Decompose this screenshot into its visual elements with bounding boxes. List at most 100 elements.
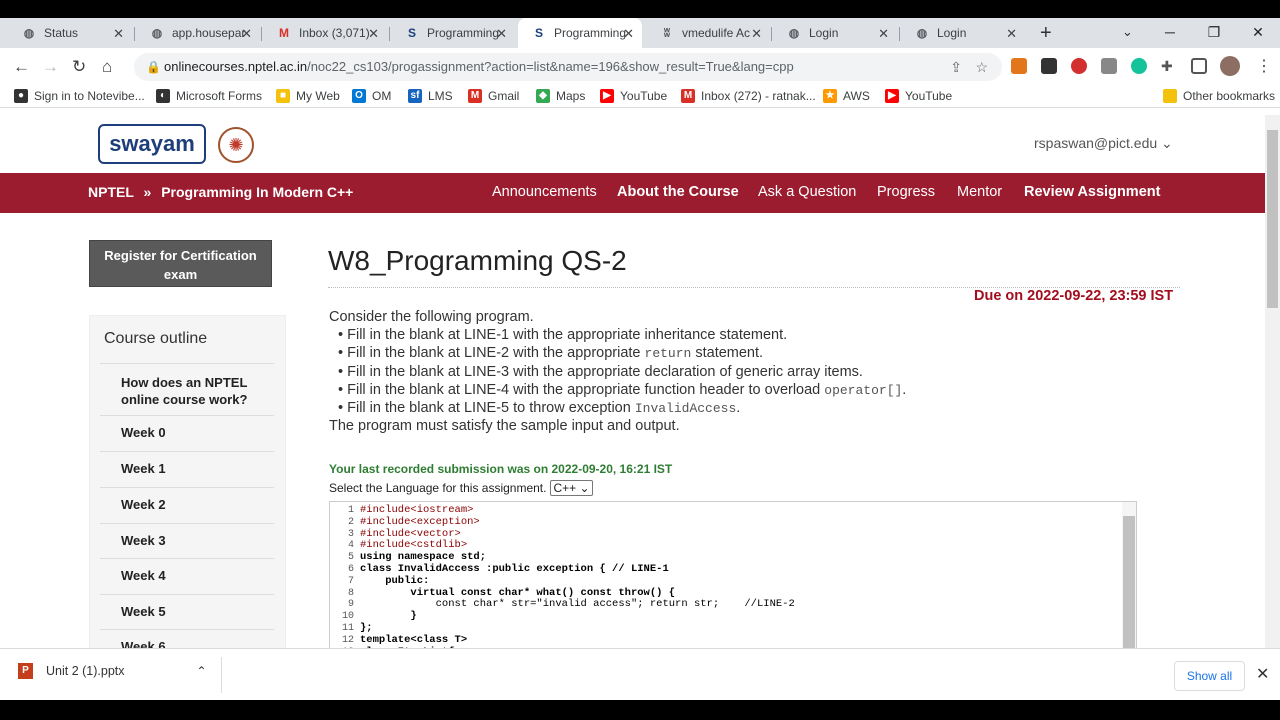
instruction-text-end: statement. [691, 345, 764, 361]
close-tab-icon[interactable]: ✕ [623, 26, 634, 42]
bookmark-item[interactable]: ◐ Microsoft Forms [156, 89, 262, 103]
restore-icon[interactable]: ❐ [1192, 18, 1236, 48]
nav-review-assignment[interactable]: Review Assignment [1024, 184, 1160, 200]
chevron-up-icon[interactable]: ⌃ [197, 664, 207, 678]
browser-tab[interactable]: S Programming ✕ [391, 18, 515, 48]
bookmark-item[interactable]: O OM [352, 89, 391, 103]
other-bookmarks[interactable]: Other bookmarks [1163, 89, 1275, 103]
nav-announcements[interactable]: Announcements [492, 184, 597, 200]
close-tab-icon[interactable]: ✕ [496, 26, 507, 42]
extensions-puzzle-icon[interactable]: ✚ [1161, 58, 1177, 74]
breadcrumb-home[interactable]: NPTEL [88, 184, 134, 200]
code-content[interactable]: #include<iostream> #include<exception> #in… [360, 504, 795, 648]
outline-item-week-1[interactable]: Week 1 [100, 451, 274, 487]
outline-item-week-0[interactable]: Week 0 [100, 415, 274, 451]
browser-tab[interactable]: ◍ Login ✕ [773, 18, 897, 48]
bookmark-favicon-icon: ▶ [885, 89, 899, 103]
close-window-icon[interactable]: ✕ [1236, 18, 1280, 48]
code-line: } [360, 610, 417, 623]
outline-item-how-it-works[interactable]: How does an NPTEL online course work? [100, 363, 274, 415]
download-divider [221, 657, 222, 693]
bookmark-item[interactable]: ● Sign in to Notevibe... [14, 89, 145, 103]
share-icon[interactable]: ⇪ [950, 53, 962, 81]
back-icon[interactable]: ← [13, 57, 30, 77]
outline-item-week-5[interactable]: Week 5 [100, 594, 274, 630]
nav-ask-question[interactable]: Ask a Question [758, 184, 856, 200]
sidepanel-icon[interactable] [1191, 58, 1207, 74]
line-number: 1 [347, 505, 354, 516]
bookmark-item[interactable]: ★ AWS [823, 89, 870, 103]
forward-icon[interactable]: → [42, 57, 59, 77]
browser-tab[interactable]: ◍ app.housepar ✕ [136, 18, 260, 48]
globe-icon: ◍ [151, 26, 163, 40]
register-certification-button[interactable]: Register for Certification exam [89, 240, 272, 287]
bookmark-item[interactable]: ◆ Maps [536, 89, 585, 103]
bookmark-item[interactable]: M Inbox (272) - ratnak... [681, 89, 816, 103]
menu-kebab-icon[interactable]: ⋮ [1256, 56, 1272, 76]
breadcrumb-course[interactable]: Programming In Modern C++ [161, 184, 353, 200]
minimize-icon[interactable]: ─ [1148, 18, 1192, 48]
block-extension-icon[interactable] [1071, 58, 1087, 74]
bullet-icon: • [338, 382, 348, 398]
language-select[interactable]: C++ ⌄ [550, 480, 593, 496]
grammarly-extension-icon[interactable] [1131, 58, 1147, 74]
page-scroll-thumb[interactable] [1267, 130, 1278, 308]
gmail-icon: M [279, 26, 289, 40]
outline-item-week-2[interactable]: Week 2 [100, 487, 274, 523]
address-bar[interactable]: 🔒 onlinecourses.nptel.ac.in/noc22_cs103/… [134, 53, 1002, 81]
close-tab-icon[interactable]: ✕ [113, 26, 124, 42]
instruction-code: InvalidAccess [634, 401, 737, 416]
bookmark-item[interactable]: M Gmail [468, 89, 519, 103]
window-controls: ─ ❐ ✕ [1148, 18, 1280, 48]
new-tab-icon[interactable]: + [1040, 22, 1052, 45]
browser-tab[interactable]: ʬ vmedulife Ac ✕ [646, 18, 770, 48]
metamask-extension-icon[interactable] [1011, 58, 1027, 74]
nav-mentor[interactable]: Mentor [957, 184, 1002, 200]
user-menu[interactable]: rspaswan@pict.edu ⌄ [1034, 135, 1173, 152]
browser-tab[interactable]: ◍ Login ✕ [901, 18, 1025, 48]
close-tab-icon[interactable]: ✕ [1006, 26, 1017, 42]
download-item[interactable]: P Unit 2 (1).pptx ⌃ [18, 663, 207, 679]
close-tab-icon[interactable]: ✕ [878, 26, 889, 42]
outline-item-week-6[interactable]: Week 6 [100, 629, 274, 648]
outline-item-week-3[interactable]: Week 3 [100, 523, 274, 559]
bookmark-item[interactable]: ▶ YouTube [600, 89, 667, 103]
browser-tab[interactable]: S Programming ✕ [518, 18, 642, 48]
nav-progress[interactable]: Progress [877, 184, 935, 200]
bookmark-label: My Web [296, 89, 340, 103]
show-all-button[interactable]: Show all [1174, 661, 1245, 691]
bookmark-item[interactable]: ■ My Web [276, 89, 340, 103]
reload-icon[interactable]: ↻ [72, 57, 86, 77]
code-editor[interactable]: 1234567891011121314 #include<iostream>#i… [329, 501, 1137, 648]
bookmark-star-icon[interactable]: ☆ [975, 53, 988, 81]
profile-avatar[interactable] [1220, 56, 1240, 76]
close-tab-icon[interactable]: ✕ [368, 26, 379, 42]
extension-icon[interactable] [1101, 58, 1117, 74]
bookmark-item[interactable]: ▶ YouTube [885, 89, 952, 103]
course-outline-title: Course outline [104, 330, 208, 347]
breadcrumb-separator: » [143, 184, 152, 200]
code-line: #include<exception> [360, 515, 480, 528]
outline-item-week-4[interactable]: Week 4 [100, 558, 274, 594]
editor-scrollbar[interactable] [1122, 502, 1136, 648]
editor-scroll-thumb[interactable] [1123, 516, 1135, 648]
close-tab-icon[interactable]: ✕ [241, 26, 252, 42]
instruction-code: operator[] [824, 383, 903, 398]
close-icon[interactable]: ✕ [1256, 664, 1269, 684]
swayam-logo[interactable]: swayam [98, 124, 206, 164]
instruction-item: • Fill in the blank at LINE-3 with the a… [338, 364, 863, 380]
browser-tab[interactable]: M Inbox (3,071) ✕ [263, 18, 387, 48]
nav-about-course[interactable]: About the Course [617, 184, 739, 200]
download-bar: P Unit 2 (1).pptx ⌃ Show all ✕ [0, 648, 1280, 700]
tab-strip: ◍ Status ✕ ◍ app.housepar ✕ M Inbox (3,071) ✕ S Pr… [0, 18, 1280, 48]
extension-icon[interactable] [1041, 58, 1057, 74]
bookmark-item[interactable]: sf LMS [408, 89, 453, 103]
instruction-item: • Fill in the blank at LINE-1 with the a… [338, 327, 787, 343]
bookmark-favicon-icon: ◆ [536, 89, 550, 103]
browser-tab[interactable]: ◍ Status ✕ [8, 18, 132, 48]
close-tab-icon[interactable]: ✕ [751, 26, 762, 42]
line-number: 6 [347, 563, 354, 575]
home-icon[interactable]: ⌂ [102, 57, 112, 77]
tab-search-icon[interactable]: ⌄ [1122, 24, 1133, 40]
code-line: const char* str="invalid access"; return… [360, 598, 795, 611]
